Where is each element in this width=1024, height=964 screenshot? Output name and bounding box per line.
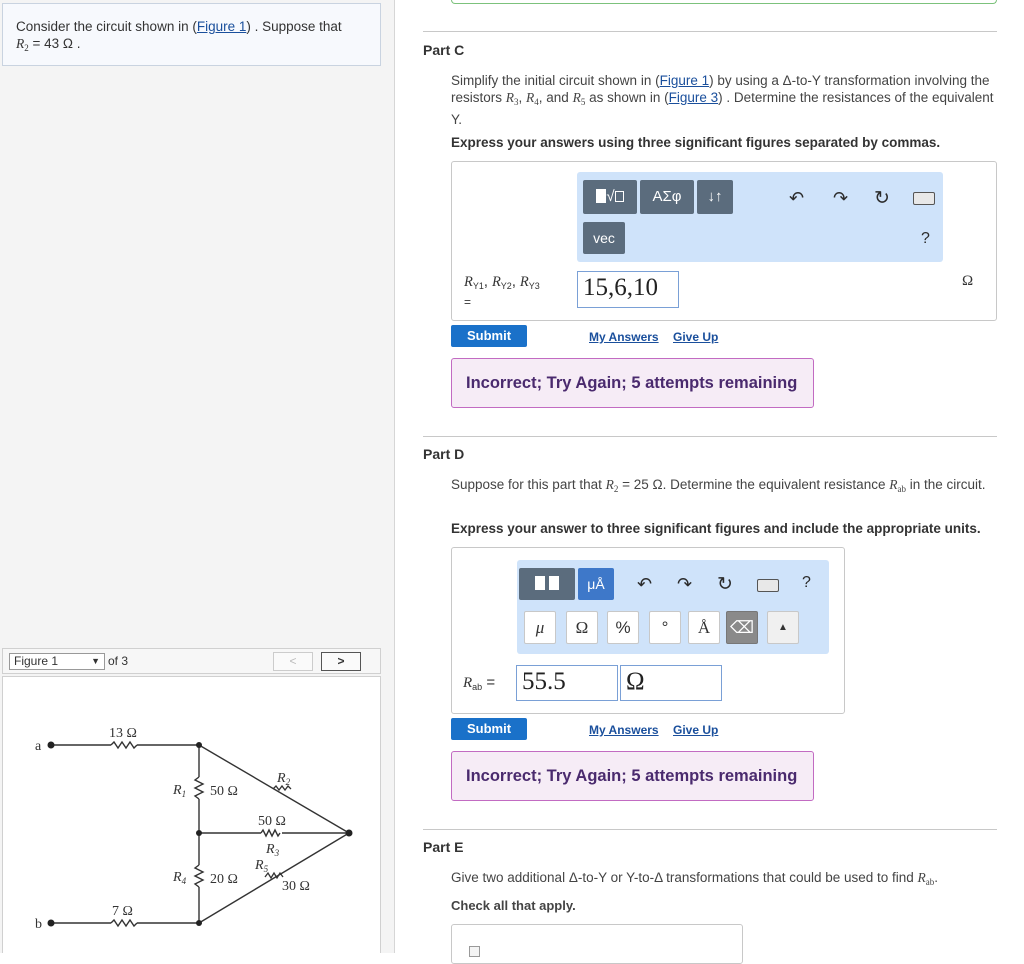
part-d-submit-button[interactable]: Submit <box>451 718 527 740</box>
part-c-answer-box: √ ΑΣφ ↓↑ vec ↶ ↷ ↻ ? RY1, RY2, RY3 = 15,6… <box>451 161 997 321</box>
units-button[interactable]: μÅ <box>578 568 614 600</box>
help-icon[interactable]: ? <box>921 230 930 248</box>
part-e-description: Give two additional Δ-to-Y or Y-to-Δ tra… <box>451 870 939 887</box>
reset-icon[interactable]: ↻ <box>874 187 890 210</box>
r4-value: 20 Ω <box>210 872 238 887</box>
part-d-answer-label: Rab = <box>463 674 496 692</box>
part-e-title: Part E <box>423 839 464 855</box>
redo-icon[interactable]: ↷ <box>833 188 848 209</box>
keyboard-toggle-icon[interactable]: ▲ <box>767 611 799 644</box>
r2-value: = 43 Ω . <box>32 36 81 51</box>
node-a-label: a <box>35 739 42 754</box>
part-d-feedback: Incorrect; Try Again; 5 attempts remaini… <box>451 751 814 801</box>
part-c-answer-input[interactable]: 15,6,10 <box>577 271 679 308</box>
greek-symbols-button[interactable]: ΑΣφ <box>640 180 694 214</box>
part-d-unit-input[interactable]: Ω <box>620 665 722 701</box>
r2-name: R2 <box>276 771 291 787</box>
part-d-give-up-link[interactable]: Give Up <box>673 723 718 737</box>
undo-icon[interactable]: ↶ <box>637 574 652 595</box>
divider <box>423 436 997 437</box>
mu-symbol-button[interactable]: μ <box>524 611 556 644</box>
r4-name: R4 <box>172 870 187 886</box>
part-c-unit: Ω <box>962 273 974 289</box>
part-d-value-input[interactable]: 55.5 <box>516 665 618 701</box>
r1-value: 50 Ω <box>210 784 238 799</box>
part-c-figure-1-link[interactable]: Figure 1 <box>660 73 710 88</box>
r5-value: 30 Ω <box>282 879 310 894</box>
keyboard-icon[interactable] <box>913 192 935 205</box>
r1-name: R1 <box>172 783 186 799</box>
part-c-title: Part C <box>423 42 465 58</box>
r-bottom-label: 7 Ω <box>112 904 133 919</box>
problem-statement: Consider the circuit shown in (Figure 1)… <box>2 3 381 66</box>
part-e-instruction: Check all that apply. <box>451 898 576 913</box>
omega-symbol-button[interactable]: Ω <box>566 611 598 644</box>
divider <box>423 829 997 830</box>
left-panel: Consider the circuit shown in (Figure 1)… <box>0 0 395 953</box>
dropdown-arrow-icon: ▼ <box>91 656 100 666</box>
r2-symbol: R2 <box>16 36 29 53</box>
previous-part-feedback <box>451 0 997 4</box>
part-c-description: Simplify the initial circuit shown in (F… <box>451 73 994 127</box>
figure-select[interactable]: Figure 1 ▼ <box>9 653 105 670</box>
circuit-figure: a b 13 Ω 7 Ω 50 Ω 20 Ω 50 Ω 30 Ω R1 R4 R… <box>2 676 381 953</box>
percent-symbol-button[interactable]: % <box>607 611 639 644</box>
part-c-feedback: Incorrect; Try Again; 5 attempts remaini… <box>451 358 814 408</box>
templates-button[interactable]: √ <box>583 180 637 214</box>
figure-navigation: Figure 1 ▼ of 3 < > <box>2 648 381 674</box>
node-b-label: b <box>35 917 42 932</box>
divider <box>423 31 997 32</box>
part-c-toolbar: √ ΑΣφ ↓↑ vec ↶ ↷ ↻ ? <box>577 172 943 262</box>
previous-figure-button[interactable]: < <box>273 652 313 671</box>
r3-name: R3 <box>265 842 280 858</box>
r5-name: R5 <box>254 858 269 874</box>
part-e-checkbox[interactable] <box>469 946 480 957</box>
part-d-description: Suppose for this part that R2 = 25 Ω. De… <box>451 477 986 494</box>
templates-button[interactable] <box>519 568 575 600</box>
part-c-submit-button[interactable]: Submit <box>451 325 527 347</box>
part-d-title: Part D <box>423 446 465 462</box>
circuit-diagram: a b 13 Ω 7 Ω 50 Ω 20 Ω 50 Ω 30 Ω R1 R4 R… <box>35 726 353 932</box>
part-c-my-answers-link[interactable]: My Answers <box>589 330 659 344</box>
angstrom-symbol-button[interactable]: Å <box>688 611 720 644</box>
help-icon[interactable]: ? <box>802 574 811 592</box>
figure-count: of 3 <box>108 654 129 668</box>
keyboard-icon[interactable] <box>757 579 779 592</box>
arrows-button[interactable]: ↓↑ <box>697 180 733 214</box>
part-d-my-answers-link[interactable]: My Answers <box>589 723 659 737</box>
redo-icon[interactable]: ↷ <box>677 574 692 595</box>
r3-value: 50 Ω <box>258 814 286 829</box>
next-figure-button[interactable]: > <box>321 652 361 671</box>
degree-symbol-button[interactable]: ° <box>649 611 681 644</box>
figure-1-link[interactable]: Figure 1 <box>197 19 247 34</box>
part-c-figure-3-link[interactable]: Figure 3 <box>669 90 719 105</box>
part-d-instruction: Express your answer to three significant… <box>451 521 981 536</box>
vector-button[interactable]: vec <box>583 222 625 254</box>
undo-icon[interactable]: ↶ <box>789 188 804 209</box>
reset-icon[interactable]: ↻ <box>717 573 733 596</box>
part-c-give-up-link[interactable]: Give Up <box>673 330 718 344</box>
part-c-answer-label: RY1, RY2, RY3 = <box>464 274 540 309</box>
backspace-button[interactable]: ⌫ <box>726 611 758 644</box>
part-e-answer-box <box>451 924 743 964</box>
part-c-instruction: Express your answers using three signifi… <box>451 135 941 150</box>
r-top-label: 13 Ω <box>109 726 137 741</box>
